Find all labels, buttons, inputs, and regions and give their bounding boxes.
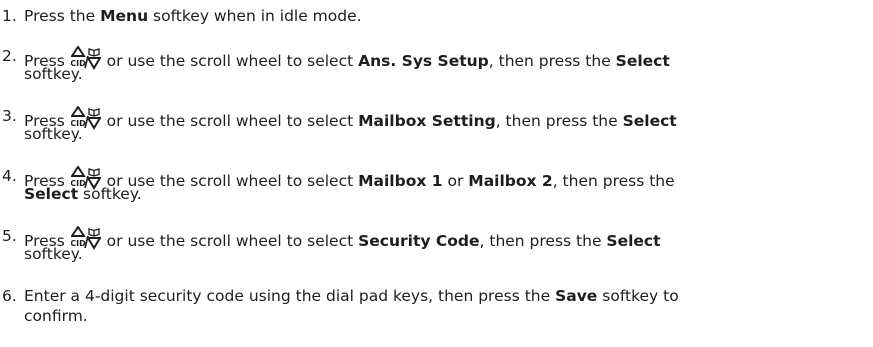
step-text: Press CID or use the scroll wheel to sel… [24, 106, 869, 144]
step-line: Press the Menu softkey when in idle mode… [24, 6, 869, 26]
bold-term: Mailbox 2 [468, 172, 553, 190]
bold-term: Mailbox Setting [358, 112, 496, 130]
step-number: 3. [2, 107, 17, 125]
text: Press the [24, 7, 101, 25]
step-text: Press CID or use the scroll wheel to sel… [24, 46, 869, 84]
step-line: confirm. [24, 307, 88, 325]
text: or [442, 172, 469, 190]
bold-term: Select [615, 52, 670, 70]
step-text: Press CID or use the scroll wheel to sel… [24, 226, 869, 264]
text: or use the scroll wheel to select [101, 112, 359, 130]
step-number: 5. [2, 227, 17, 245]
step-number: 1. [2, 7, 17, 25]
bold-term: Menu [100, 7, 149, 25]
step-text: Enter a 4-digit security code using the … [24, 286, 869, 326]
text: , then press the [552, 172, 675, 190]
bold-term: Select [24, 185, 79, 203]
text: or use the scroll wheel to select [101, 232, 359, 250]
text: , then press the [479, 232, 607, 250]
step-text: Press CID or use the scroll wheel to sel… [24, 166, 869, 204]
text: softkey. [78, 185, 142, 203]
step-line: Press CID or use the scroll wheel to sel… [24, 46, 869, 70]
step-number: 4. [2, 167, 17, 185]
text: Enter a 4-digit security code using the … [24, 287, 556, 305]
text: , then press the [488, 52, 616, 70]
bold-term: Select [606, 232, 661, 250]
bold-term: Ans. Sys Setup [358, 52, 489, 70]
step-text: Press the Menu softkey when in idle mode… [24, 6, 869, 26]
step-line: Press CID or use the scroll wheel to sel… [24, 166, 869, 190]
text: softkey when in idle mode. [148, 7, 362, 25]
text: , then press the [495, 112, 623, 130]
text: or use the scroll wheel to select [101, 52, 359, 70]
step-line: Enter a 4-digit security code using the … [24, 286, 869, 306]
bold-term: Security Code [358, 232, 480, 250]
step-line: Press CID or use the scroll wheel to sel… [24, 226, 869, 250]
bold-term: Select [622, 112, 677, 130]
step-number: 6. [2, 287, 17, 305]
text: softkey to [597, 287, 679, 305]
step-number: 2. [2, 47, 17, 65]
bold-term: Save [555, 287, 598, 305]
step-line: Press CID or use the scroll wheel to sel… [24, 106, 869, 130]
bold-term: Mailbox 1 [358, 172, 443, 190]
